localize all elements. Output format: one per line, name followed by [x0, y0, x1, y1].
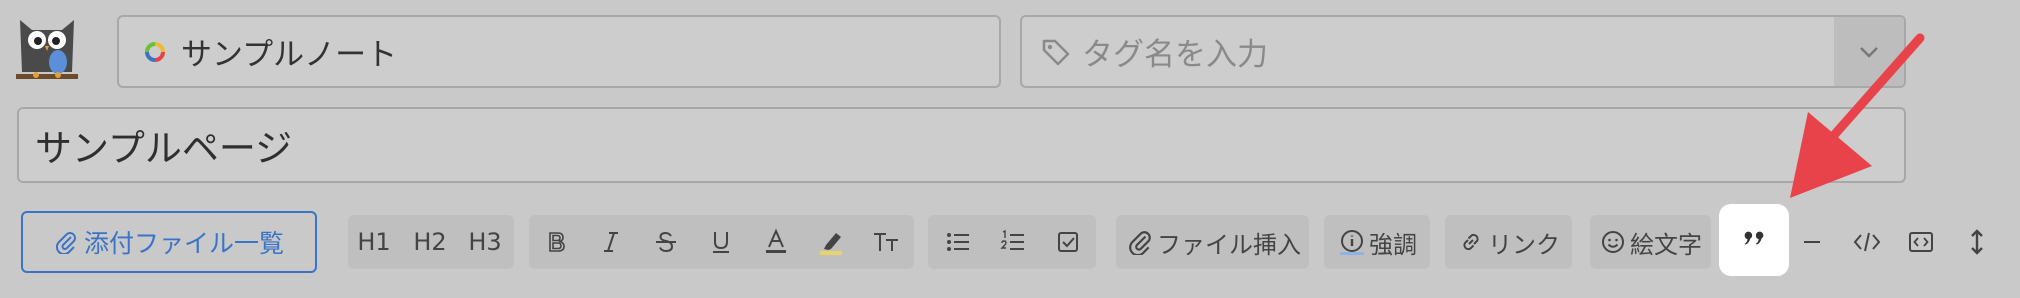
- resize-button[interactable]: [1957, 215, 1997, 269]
- text-color-button[interactable]: [756, 215, 796, 269]
- underline-button[interactable]: [701, 215, 741, 269]
- horizontal-rule-button[interactable]: [1792, 215, 1832, 269]
- code-icon: [1853, 232, 1881, 252]
- code-button[interactable]: [1847, 215, 1887, 269]
- heading3-button[interactable]: H3: [463, 215, 507, 269]
- emoji-label: 絵文字: [1630, 230, 1702, 259]
- vertical-resize-icon: [1971, 229, 1983, 255]
- tag-icon: [1040, 36, 1072, 68]
- paperclip-icon: [1129, 231, 1151, 255]
- emphasis-label: 強調: [1369, 230, 1417, 259]
- italic-button[interactable]: [591, 215, 631, 269]
- attachments-label: 添付ファイル一覧: [83, 229, 284, 258]
- annotation-arrow-icon: [1790, 33, 1925, 198]
- horizontal-rule-icon: [1804, 241, 1820, 243]
- heading2-button[interactable]: H2: [408, 215, 452, 269]
- page-title: サンプルページ: [35, 127, 293, 170]
- underline-icon: [713, 232, 729, 253]
- tag-placeholder: タグ名を入力: [1082, 37, 1268, 73]
- strikethrough-button[interactable]: [646, 215, 686, 269]
- blockquote-button[interactable]: [1719, 204, 1789, 276]
- checkbox-icon: [1058, 232, 1078, 252]
- bold-icon: [549, 232, 565, 252]
- heading1-button[interactable]: H1: [352, 215, 396, 269]
- numbered-list-button[interactable]: [993, 215, 1033, 269]
- bullet-list-button[interactable]: [938, 215, 978, 269]
- link-icon: [1463, 233, 1479, 251]
- emphasis-button[interactable]: 強調: [1330, 215, 1426, 269]
- paperclip-icon: [55, 232, 76, 254]
- code-block-button[interactable]: [1901, 215, 1941, 269]
- attachments-list-button[interactable]: 添付ファイル一覧: [21, 211, 317, 273]
- page-title-input[interactable]: サンプルページ: [17, 107, 1906, 183]
- code-block-icon: [1909, 232, 1933, 252]
- note-selector[interactable]: サンプルノート: [117, 15, 1001, 88]
- note-name: サンプルノート: [181, 37, 398, 73]
- checklist-button[interactable]: [1048, 215, 1088, 269]
- text-size-button[interactable]: [866, 215, 906, 269]
- insert-file-label: ファイル挿入: [1157, 230, 1301, 259]
- link-label: リンク: [1488, 230, 1560, 259]
- numbered-list-icon: [1000, 229, 1024, 250]
- highlight-button[interactable]: [811, 215, 851, 269]
- smiley-icon: [1602, 231, 1624, 253]
- owl-logo[interactable]: [14, 16, 80, 86]
- highlighter-icon: [820, 233, 842, 255]
- quote-icon: [1744, 231, 1764, 245]
- italic-icon: [604, 232, 618, 252]
- bullet-list-icon: [947, 233, 969, 251]
- insert-file-button[interactable]: ファイル挿入: [1122, 215, 1306, 269]
- note-color-icon: [143, 40, 167, 64]
- text-size-icon: [874, 233, 898, 251]
- bold-button[interactable]: [536, 215, 576, 269]
- strikethrough-icon: [656, 231, 676, 253]
- text-color-icon: [766, 228, 786, 253]
- info-icon: [1340, 230, 1364, 255]
- link-button[interactable]: リンク: [1451, 215, 1567, 269]
- emoji-button[interactable]: 絵文字: [1596, 215, 1706, 269]
